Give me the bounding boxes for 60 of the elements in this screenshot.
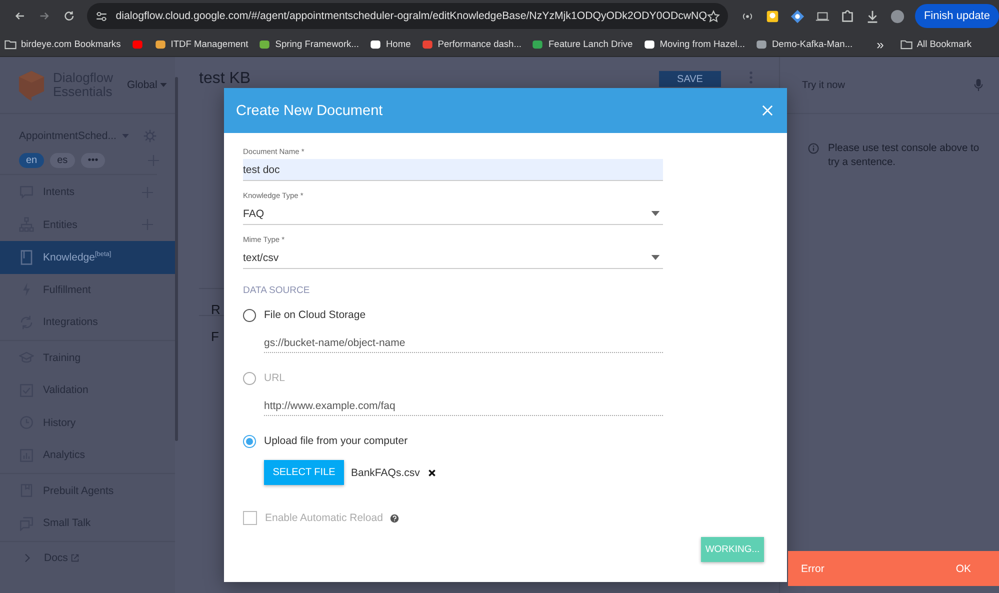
ok-button[interactable]: OK bbox=[956, 562, 971, 574]
bookmark-link[interactable]: Moving from Hazel... bbox=[660, 39, 745, 49]
section-heading: F bbox=[211, 329, 219, 344]
favicon-icon[interactable] bbox=[154, 38, 167, 50]
info-message: Please use test console above to try a sentence. bbox=[828, 142, 980, 170]
puzzle-icon[interactable] bbox=[840, 8, 855, 24]
bookmark-link[interactable]: Demo-Kafka-Man... bbox=[772, 39, 853, 49]
folder-icon[interactable] bbox=[900, 38, 913, 50]
section-heading: R bbox=[211, 302, 220, 317]
bulb-icon[interactable] bbox=[764, 8, 780, 24]
star-icon[interactable] bbox=[706, 10, 720, 22]
radio-button[interactable] bbox=[243, 434, 256, 448]
favicon-icon[interactable] bbox=[368, 38, 382, 50]
test-console-field[interactable]: Try it now bbox=[802, 80, 974, 90]
help-icon[interactable] bbox=[390, 514, 399, 522]
dropdown-field[interactable]: text/csv bbox=[243, 247, 663, 269]
option-label: File on Cloud Storage bbox=[264, 309, 366, 321]
bookmark-link[interactable]: Performance dash... bbox=[438, 39, 522, 49]
avatar-icon[interactable] bbox=[890, 8, 905, 24]
option-label: URL bbox=[264, 372, 286, 384]
page-title: test KB bbox=[199, 71, 251, 87]
remove-icon[interactable] bbox=[428, 468, 436, 476]
language-chip[interactable]: es bbox=[50, 153, 75, 168]
site-settings-icon[interactable] bbox=[94, 10, 108, 22]
cube-logo-icon bbox=[18, 70, 45, 100]
bookmark-link[interactable]: birdeye.com Bookmarks bbox=[21, 39, 121, 49]
toast-message: Error bbox=[801, 562, 824, 574]
language-chip[interactable]: en bbox=[19, 153, 44, 168]
caret-icon[interactable] bbox=[651, 211, 660, 216]
document-name-field[interactable]: test doc bbox=[243, 159, 663, 181]
bookmark-link[interactable]: ITDF Management bbox=[170, 39, 248, 49]
nav-item[interactable]: Knowledge$^{[beta]}$ bbox=[0, 241, 175, 274]
more-bookmarks-button[interactable]: » bbox=[876, 36, 884, 52]
close-icon[interactable] bbox=[762, 105, 773, 116]
section-heading: DATA SOURCE bbox=[243, 285, 311, 296]
dropdown-field[interactable]: FAQ bbox=[243, 203, 663, 225]
select-file-button[interactable]: SELECT FILE bbox=[264, 460, 344, 485]
checkbox-label: Enable Automatic Reload bbox=[265, 512, 383, 524]
file-name: BankFAQs.csv bbox=[351, 466, 420, 478]
diamond-icon[interactable] bbox=[790, 8, 805, 24]
external-link-icon bbox=[70, 554, 79, 562]
info-icon bbox=[808, 143, 819, 154]
save-button[interactable]: SAVE bbox=[659, 71, 721, 87]
bookmark-link[interactable]: Home bbox=[386, 39, 411, 49]
folder-icon[interactable] bbox=[4, 38, 17, 50]
bookmark-link[interactable]: Feature Lanch Drive bbox=[548, 39, 633, 49]
address-bar[interactable]: dialogflow.cloud.google.com/#/agent/appointmentscheduler-ogralm/editKnowledgeBase/NzYzMjk1ODQyODk2ODY0ODcwNQ bbox=[86, 3, 728, 29]
working-button[interactable]: WORKING... bbox=[701, 537, 764, 562]
bookmark-link[interactable]: Spring Framework... bbox=[275, 39, 359, 49]
radio-button[interactable] bbox=[243, 308, 256, 322]
caret-icon[interactable] bbox=[651, 255, 660, 260]
favicon-icon[interactable] bbox=[642, 38, 656, 50]
dialog-title: Create New Document bbox=[236, 102, 384, 118]
finish-update-button[interactable]: Finish update bbox=[914, 4, 999, 28]
bookmark-link[interactable]: All Bookmark bbox=[916, 39, 972, 49]
book-icon bbox=[19, 250, 34, 265]
url-text: dialogflow.cloud.google.com/#/agent/appointmentscheduler-ogralm/editKnowledgeBase/NzYzMjk1ODQyODk2ODY0ODcwNQ bbox=[116, 10, 707, 22]
language-chip[interactable]: ••• bbox=[80, 153, 106, 168]
option-label: Upload file from your computer bbox=[264, 435, 408, 447]
reload-icon[interactable] bbox=[62, 9, 75, 23]
